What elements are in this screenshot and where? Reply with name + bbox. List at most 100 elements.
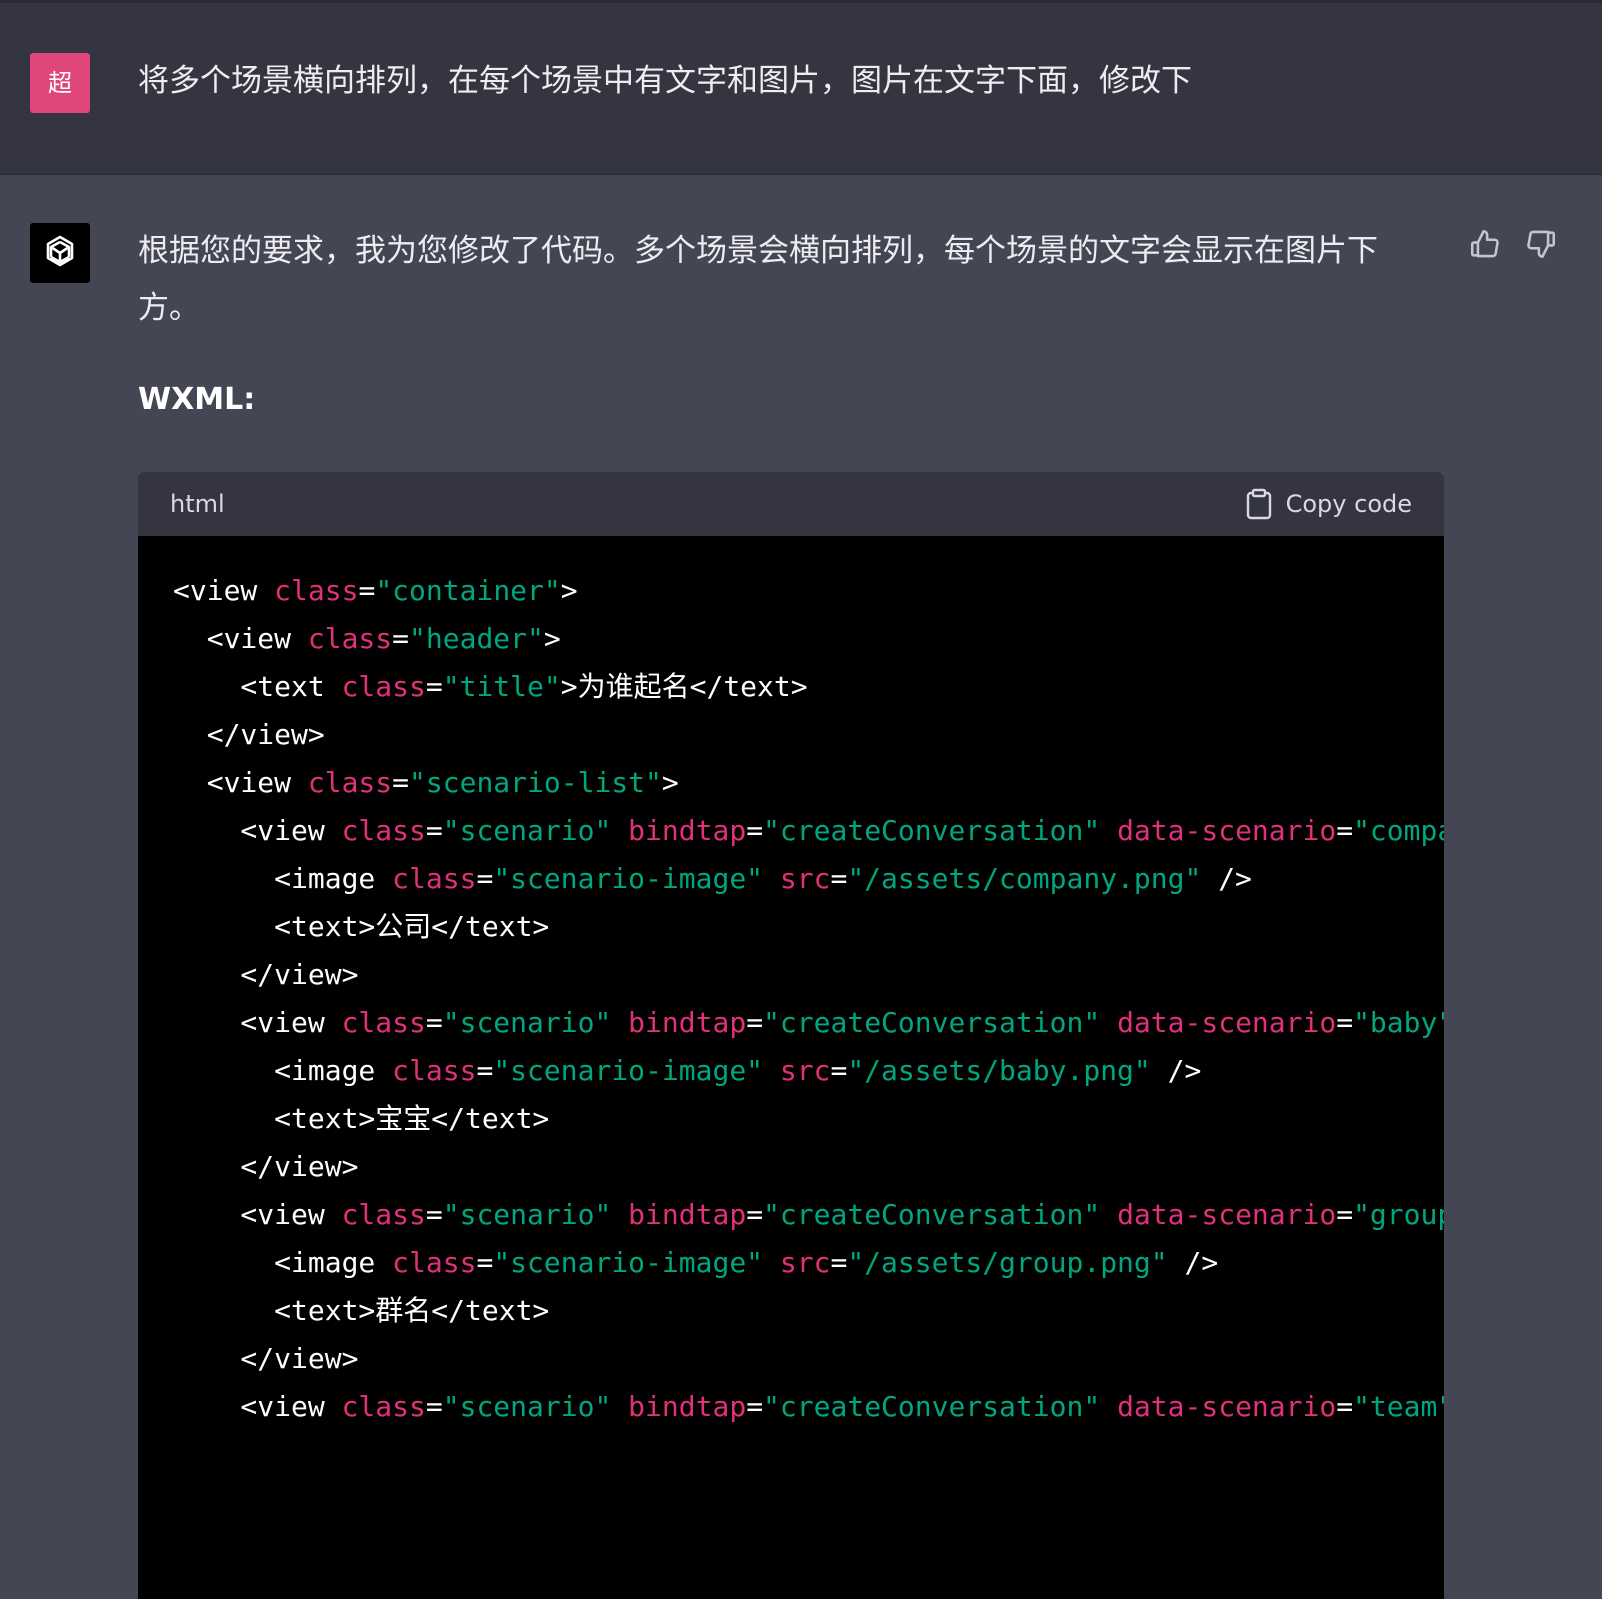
- code-text: =: [476, 1054, 494, 1087]
- code-string: "header": [409, 622, 544, 655]
- code-text: <view: [173, 622, 308, 655]
- code-attribute: bindtap: [628, 1198, 747, 1231]
- code-line: <view class="scenario" bindtap="createCo…: [173, 807, 1444, 855]
- code-text: <image: [173, 1246, 393, 1279]
- code-text: =: [1336, 1006, 1354, 1039]
- user-message-text: 将多个场景横向排列，在每个场景中有文字和图片，图片在文字下面，修改下: [138, 63, 1192, 99]
- code-string: "container": [375, 574, 561, 607]
- code-string: "team": [1353, 1390, 1444, 1423]
- code-string: "scenario-image": [493, 862, 764, 895]
- code-attribute: class: [392, 1054, 477, 1087]
- openai-logo-icon: [46, 235, 74, 267]
- code-string: "createConversation": [763, 1390, 1101, 1423]
- code-attribute: bindtap: [628, 1390, 747, 1423]
- code-attribute: class: [341, 1198, 426, 1231]
- code-text: </view>: [173, 1150, 359, 1183]
- code-line: <view class="header">: [173, 615, 1444, 663]
- user-message: 超 将多个场景横向排列，在每个场景中有文字和图片，图片在文字下面，修改下: [0, 3, 1602, 175]
- code-line: </view>: [173, 951, 1444, 999]
- code-block: html Copy code <view class="container"> …: [138, 472, 1444, 1599]
- code-text: <image: [173, 862, 393, 895]
- code-string: "group: [1353, 1198, 1444, 1231]
- code-string: "scenario-list": [409, 766, 662, 799]
- code-content: <view class="container"> <view class="he…: [173, 567, 1444, 1431]
- code-text: =: [476, 1246, 494, 1279]
- code-text: =: [425, 670, 443, 703]
- code-string: "compa: [1353, 814, 1444, 847]
- code-language-label: html: [170, 490, 225, 518]
- code-text: =: [476, 862, 494, 895]
- code-block-header: html Copy code: [138, 472, 1444, 536]
- code-attribute: src: [779, 1246, 831, 1279]
- code-attribute: class: [307, 622, 393, 655]
- code-text: =: [1336, 1390, 1354, 1423]
- code-text: </view>: [173, 958, 359, 991]
- code-text: =: [746, 814, 764, 847]
- code-attribute: class: [274, 574, 359, 607]
- code-text: =: [746, 1006, 764, 1039]
- code-text: <view: [173, 1390, 342, 1423]
- code-line: </view>: [173, 1143, 1444, 1191]
- code-text: <image: [173, 1054, 393, 1087]
- code-string: "scenario-image": [493, 1054, 764, 1087]
- code-string: "scenario": [442, 814, 612, 847]
- code-string: "/assets/company.png": [847, 862, 1202, 895]
- code-text: />: [1150, 1054, 1202, 1087]
- code-attribute: src: [779, 862, 831, 895]
- assistant-avatar: [30, 223, 90, 283]
- code-text: =: [392, 766, 410, 799]
- code-text: >: [560, 574, 578, 607]
- code-string: "baby": [1353, 1006, 1444, 1039]
- code-text: <text>群名</text>: [173, 1294, 550, 1327]
- code-text: =: [358, 574, 376, 607]
- code-line: <text>宝宝</text>: [173, 1095, 1444, 1143]
- code-line: <view class="scenario" bindtap="createCo…: [173, 999, 1444, 1047]
- code-string: "title": [442, 670, 561, 703]
- code-string: "scenario": [442, 1006, 612, 1039]
- assistant-message-text: 根据您的要求，我为您修改了代码。多个场景会横向排列，每个场景的文字会显示在图片下…: [138, 233, 1378, 326]
- code-text: =: [425, 814, 443, 847]
- code-text: =: [830, 862, 848, 895]
- code-text: />: [1167, 1246, 1219, 1279]
- code-attribute: class: [341, 1006, 426, 1039]
- copy-code-button[interactable]: Copy code: [1246, 487, 1412, 521]
- code-line: <text>群名</text>: [173, 1287, 1444, 1335]
- code-text: <view: [173, 814, 342, 847]
- code-line: <text>公司</text>: [173, 903, 1444, 951]
- code-string: "createConversation": [763, 1198, 1101, 1231]
- code-line: <image class="scenario-image" src="/asse…: [173, 855, 1444, 903]
- code-line: <view class="container">: [173, 567, 1444, 615]
- code-text: =: [425, 1390, 443, 1423]
- code-attribute: bindtap: [628, 814, 747, 847]
- code-attribute: data-scenario: [1117, 1006, 1337, 1039]
- code-attribute: data-scenario: [1117, 814, 1337, 847]
- code-attribute: class: [341, 670, 426, 703]
- thumbs-up-button[interactable]: [1468, 227, 1502, 261]
- code-text: =: [1336, 814, 1354, 847]
- code-attribute: class: [341, 1390, 426, 1423]
- code-text: <text>宝宝</text>: [173, 1102, 550, 1135]
- code-string: "createConversation": [763, 1006, 1101, 1039]
- code-text: =: [830, 1054, 848, 1087]
- code-text: <view: [173, 766, 308, 799]
- code-line: </view>: [173, 1335, 1444, 1383]
- code-line: <image class="scenario-image" src="/asse…: [173, 1239, 1444, 1287]
- code-text: =: [830, 1246, 848, 1279]
- code-text: />: [1201, 862, 1252, 895]
- code-text: =: [746, 1390, 764, 1423]
- code-text: >: [661, 766, 679, 799]
- user-avatar: 超: [30, 53, 90, 113]
- code-string: "scenario-image": [493, 1246, 764, 1279]
- code-attribute: data-scenario: [1117, 1390, 1337, 1423]
- code-text: <view: [173, 1006, 342, 1039]
- code-string: "createConversation": [763, 814, 1101, 847]
- code-attribute: src: [779, 1054, 831, 1087]
- thumbs-down-button[interactable]: [1524, 227, 1558, 261]
